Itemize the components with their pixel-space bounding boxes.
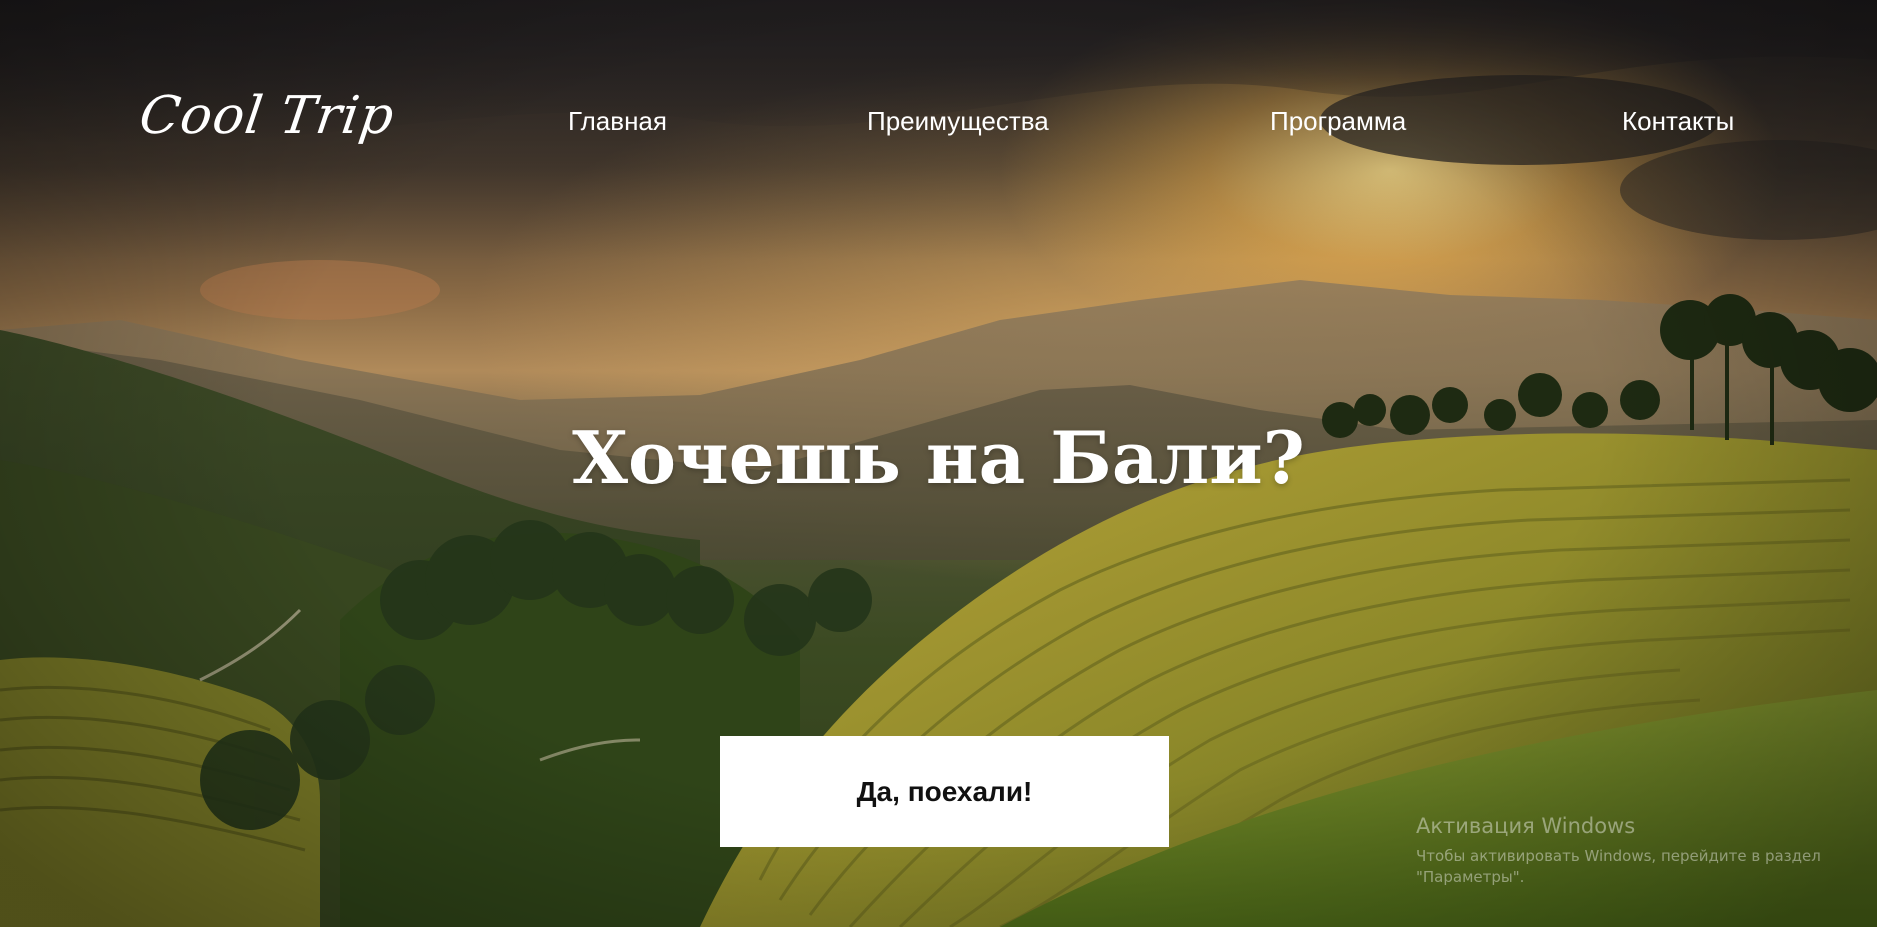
nav-item-contacts[interactable]: Контакты [1622,106,1734,137]
watermark-line-1: Чтобы активировать Windows, перейдите в … [1416,847,1821,866]
windows-activation-watermark: Активация Windows Чтобы активировать Win… [1416,812,1821,887]
nav-item-program[interactable]: Программа [1270,106,1406,137]
logo[interactable]: Cool Trip [136,86,398,146]
cta-button[interactable]: Да, поехали! [720,736,1169,847]
watermark-line-2: "Параметры". [1416,867,1525,886]
watermark-title: Активация Windows [1416,814,1636,838]
nav-item-advantages[interactable]: Преимущества [867,106,1049,137]
hero-headline: Хочешь на Бали? [572,415,1305,500]
hero-section: Cool Trip Главная Преимущества Программа… [0,0,1877,927]
nav-item-home[interactable]: Главная [568,106,667,137]
